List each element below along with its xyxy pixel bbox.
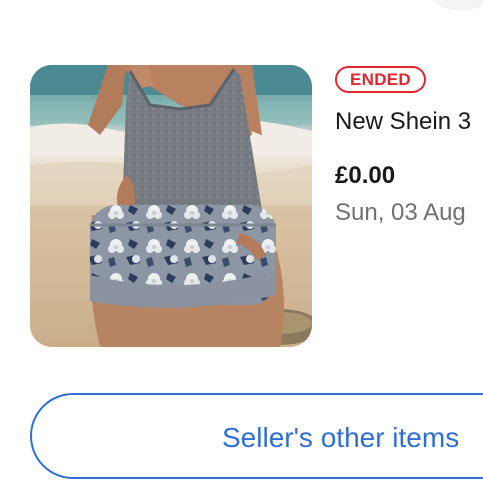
item-price: £0.00 [335,162,396,189]
status-badge: ENDED [335,66,427,93]
item-title[interactable]: New Shein 3 [335,108,483,136]
item-end-date: Sun, 03 Aug [335,199,466,226]
page: ENDED New Shein 3 £0.00 Sun, 03 Aug Sell… [0,0,483,500]
sellers-other-items-label: Seller's other items [222,422,460,453]
item-thumbnail[interactable] [30,65,312,347]
listing-card[interactable]: ENDED New Shein 3 £0.00 Sun, 03 Aug [0,0,483,360]
sellers-other-items-button[interactable]: Seller's other items [30,393,483,479]
swimwear-photo [30,65,312,347]
item-details: ENDED New Shein 3 £0.00 Sun, 03 Aug [335,66,483,227]
